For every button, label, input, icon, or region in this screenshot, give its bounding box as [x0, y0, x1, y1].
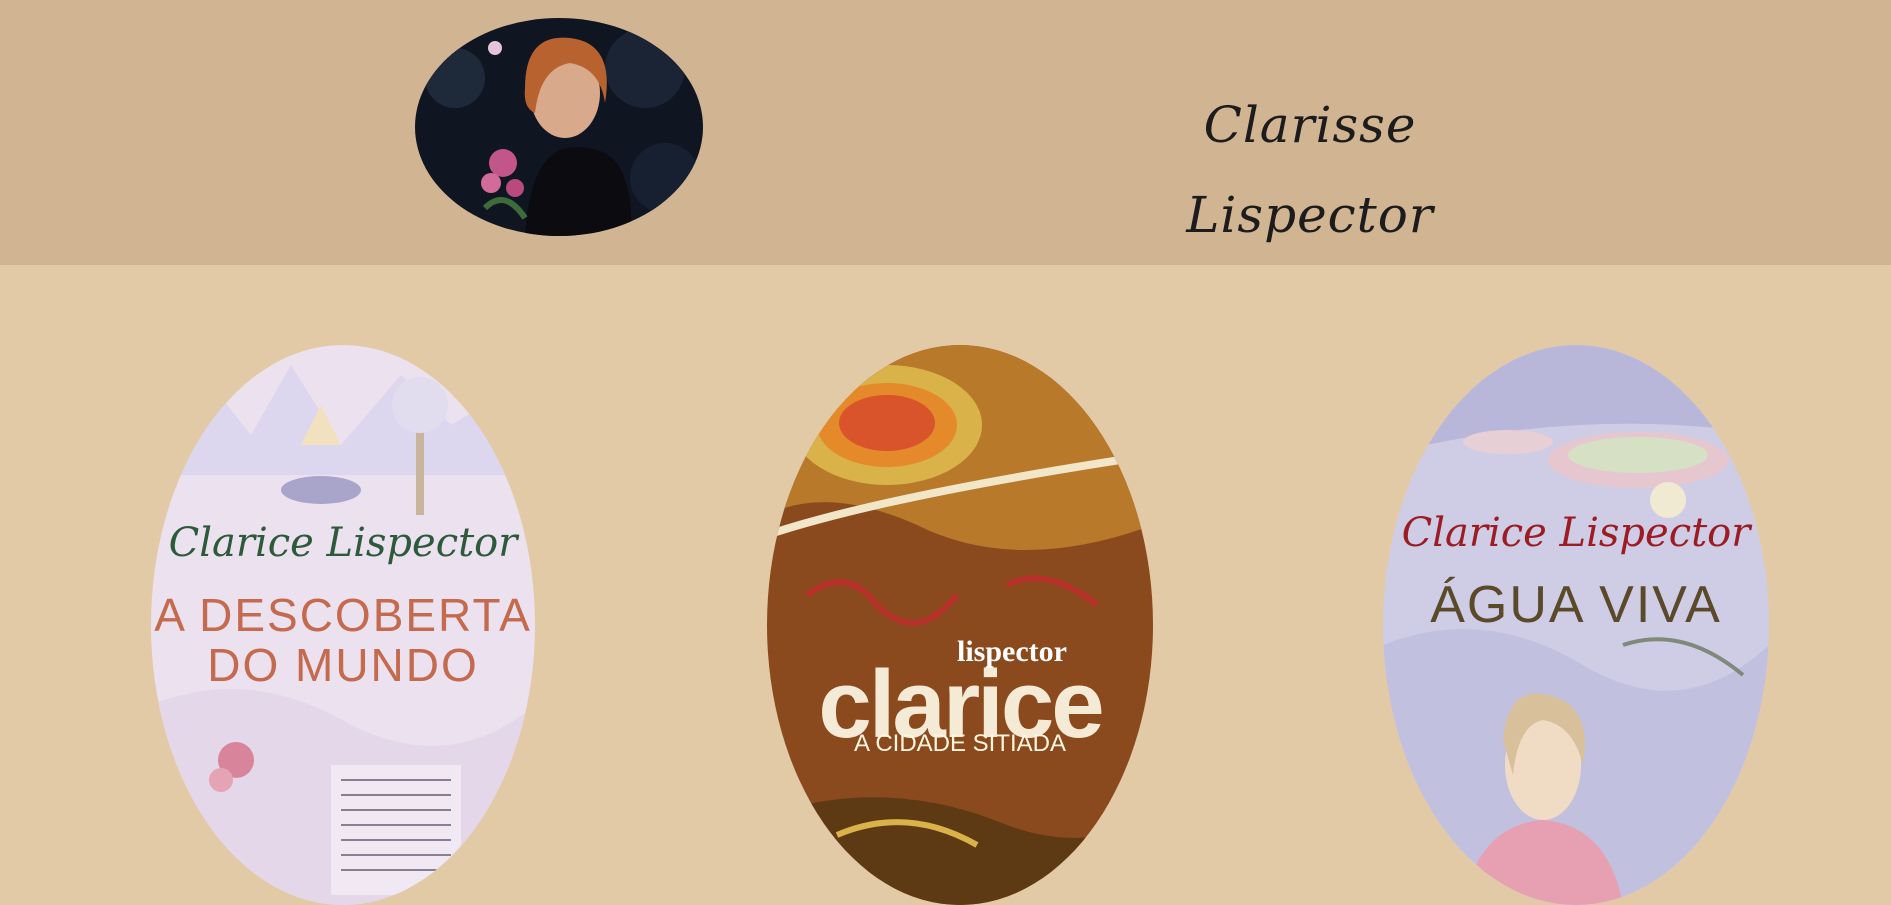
book-title: A DESCOBERTA DO MUNDO: [151, 590, 535, 690]
page-title: Clarisse Lispector: [1186, 96, 1434, 244]
author-portrait: [415, 18, 703, 236]
book-cover-a-descoberta-do-mundo[interactable]: Clarice Lispector A DESCOBERTA DO MUNDO: [151, 345, 535, 905]
page-header: Clarisse Lispector: [0, 0, 1891, 265]
book-cover-a-cidade-sitiada[interactable]: lispector clarice A CIDADE SITIADA: [767, 345, 1153, 905]
book-cover-agua-viva[interactable]: Clarice Lispector ÁGUA VIVA: [1383, 345, 1769, 905]
book-title-line-1: A DESCOBERTA: [154, 589, 532, 641]
book-title: ÁGUA VIVA: [1430, 576, 1722, 634]
book-title: A CIDADE SITIADA: [853, 730, 1067, 757]
book-author: Clarice Lispector: [1401, 510, 1751, 556]
book-title-line-2: DO MUNDO: [207, 639, 479, 691]
book-author: Clarice Lispector: [168, 520, 518, 566]
